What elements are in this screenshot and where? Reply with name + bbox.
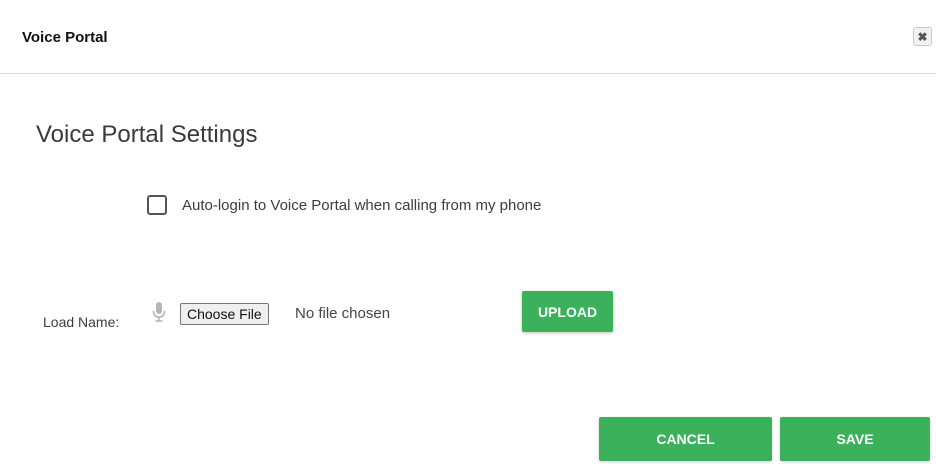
save-button[interactable]: SAVE <box>780 417 930 461</box>
close-button[interactable]: ✖ <box>913 27 932 46</box>
microphone-icon <box>152 302 166 322</box>
dialog-title: Voice Portal <box>22 29 108 46</box>
dialog-header: Voice Portal ✖ <box>0 0 936 74</box>
cancel-button[interactable]: CANCEL <box>599 417 772 461</box>
file-status-text: No file chosen <box>295 305 391 322</box>
close-icon: ✖ <box>917 29 928 44</box>
auto-login-option[interactable]: Auto-login to Voice Portal when calling … <box>147 195 541 215</box>
auto-login-label: Auto-login to Voice Portal when calling … <box>182 196 542 214</box>
auto-login-checkbox[interactable] <box>147 195 167 215</box>
upload-button[interactable]: UPLOAD <box>522 291 613 332</box>
section-heading: Voice Portal Settings <box>36 121 258 148</box>
load-name-label: Load Name: <box>43 314 120 330</box>
voice-portal-dialog: Voice Portal ✖ Voice Portal Settings Aut… <box>0 0 936 475</box>
choose-file-button[interactable]: Choose File <box>180 303 269 325</box>
